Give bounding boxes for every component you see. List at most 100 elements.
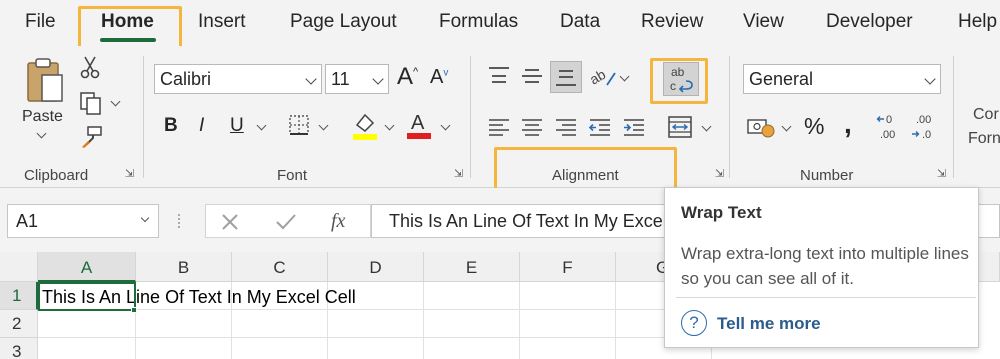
font-launcher-icon[interactable]: ⇲ xyxy=(452,168,465,181)
increase-indent-icon[interactable] xyxy=(621,116,647,140)
alignment-launcher-icon[interactable]: ⇲ xyxy=(713,168,726,181)
name-box[interactable]: A1 xyxy=(7,204,159,238)
cell[interactable] xyxy=(520,310,616,338)
comma-style-icon[interactable]: , xyxy=(844,108,852,140)
percent-style-icon[interactable]: % xyxy=(804,113,824,140)
conditional-formatting-label[interactable]: Cor xyxy=(973,106,999,124)
cell[interactable] xyxy=(232,310,328,338)
merge-center-icon[interactable] xyxy=(666,114,694,140)
select-all-corner[interactable] xyxy=(0,252,38,282)
align-left-icon[interactable] xyxy=(486,116,512,140)
decrease-indent-icon[interactable] xyxy=(587,116,613,140)
cell[interactable] xyxy=(232,338,328,359)
cut-icon[interactable] xyxy=(78,54,102,80)
accounting-dropdown-icon[interactable] xyxy=(781,121,792,132)
underline-icon[interactable]: U xyxy=(230,115,244,137)
format-painter-icon[interactable] xyxy=(78,124,104,150)
tab-file[interactable]: File xyxy=(25,11,56,33)
svg-text:.00: .00 xyxy=(916,114,931,126)
cell[interactable] xyxy=(424,338,520,359)
cell[interactable] xyxy=(136,338,232,359)
orientation-dropdown-icon[interactable] xyxy=(619,71,630,82)
cell[interactable] xyxy=(328,310,424,338)
merge-center-dropdown-icon[interactable] xyxy=(701,121,712,132)
fill-color-icon[interactable] xyxy=(352,111,378,141)
tell-me-more-link[interactable]: Tell me more xyxy=(717,314,821,334)
tab-home[interactable]: Home xyxy=(101,11,154,33)
bold-icon[interactable]: B xyxy=(164,115,178,137)
wrap-text-icon[interactable]: ab c xyxy=(663,62,699,96)
paste-icon[interactable] xyxy=(22,56,68,106)
wrap-text-tooltip: Wrap Text Wrap extra-long text into mult… xyxy=(664,187,979,348)
tab-insert[interactable]: Insert xyxy=(198,11,246,33)
tab-review[interactable]: Review xyxy=(641,11,703,33)
top-align-icon[interactable] xyxy=(486,64,512,88)
cell[interactable] xyxy=(520,338,616,359)
column-header[interactable]: B xyxy=(136,252,232,282)
font-name-select[interactable]: Calibri xyxy=(154,64,322,94)
format-as-table-label[interactable]: Forn xyxy=(968,130,1000,148)
column-header[interactable]: C xyxy=(232,252,328,282)
font-size-select[interactable]: 11 xyxy=(325,64,389,94)
borders-dropdown-icon[interactable] xyxy=(318,120,329,131)
number-format-value: General xyxy=(749,69,814,89)
enter-check-icon[interactable] xyxy=(274,210,298,234)
cell[interactable] xyxy=(520,282,616,310)
column-header[interactable]: A xyxy=(38,252,136,282)
align-right-icon[interactable] xyxy=(553,116,579,140)
active-tab-indicator xyxy=(100,38,156,42)
bottom-align-icon[interactable] xyxy=(550,61,582,93)
increase-font-size-icon[interactable]: A^ xyxy=(397,63,418,91)
active-cell-a1[interactable] xyxy=(38,282,136,311)
ribbon: Paste Clipboard ⇲ Calibri 11 A^ Av B I U xyxy=(0,46,1000,188)
paste-dropdown-icon[interactable] xyxy=(36,128,47,139)
row-header[interactable]: 2 xyxy=(0,310,38,338)
increase-decimal-icon[interactable]: 0 .00 xyxy=(876,112,906,142)
decrease-font-size-icon[interactable]: Av xyxy=(430,66,448,89)
accounting-format-icon[interactable] xyxy=(746,114,776,140)
fill-color-dropdown-icon[interactable] xyxy=(384,120,395,131)
svg-text:.0: .0 xyxy=(922,129,931,141)
paste-label[interactable]: Paste xyxy=(22,108,63,126)
row-header[interactable]: 1 xyxy=(0,282,38,310)
tab-view[interactable]: View xyxy=(743,11,784,33)
tab-developer[interactable]: Developer xyxy=(826,11,913,33)
cell[interactable] xyxy=(38,338,136,359)
middle-align-icon[interactable] xyxy=(519,64,545,88)
tab-page-layout[interactable]: Page Layout xyxy=(290,11,397,33)
cell[interactable] xyxy=(424,310,520,338)
resize-handle-icon[interactable] xyxy=(178,214,182,228)
tab-formulas[interactable]: Formulas xyxy=(439,11,518,33)
italic-icon[interactable]: I xyxy=(199,115,204,137)
cell[interactable] xyxy=(38,310,136,338)
help-icon[interactable]: ? xyxy=(681,310,707,336)
column-header[interactable]: E xyxy=(424,252,520,282)
decrease-decimal-icon[interactable]: .00 .0 xyxy=(910,112,940,142)
clipboard-launcher-icon[interactable]: ⇲ xyxy=(123,168,136,181)
copy-dropdown-icon[interactable] xyxy=(110,96,121,107)
cell[interactable] xyxy=(328,338,424,359)
align-center-icon[interactable] xyxy=(519,116,545,140)
tab-help[interactable]: Help xyxy=(958,11,997,33)
column-header[interactable]: F xyxy=(520,252,616,282)
alignment-group-label: Alignment xyxy=(552,167,619,184)
fill-handle[interactable] xyxy=(131,307,137,313)
name-box-value: A1 xyxy=(16,211,39,231)
tab-data[interactable]: Data xyxy=(560,11,600,33)
insert-function-icon[interactable]: fx xyxy=(331,210,345,233)
font-color-dropdown-icon[interactable] xyxy=(440,120,451,131)
name-box-dropdown-icon[interactable] xyxy=(140,213,150,223)
column-header[interactable]: D xyxy=(328,252,424,282)
orientation-icon[interactable]: ab xyxy=(588,62,618,90)
font-color-icon[interactable]: A xyxy=(406,109,432,141)
number-launcher-icon[interactable]: ⇲ xyxy=(935,168,948,181)
cell[interactable] xyxy=(424,282,520,310)
underline-dropdown-icon[interactable] xyxy=(256,120,267,131)
copy-icon[interactable] xyxy=(78,90,104,116)
cancel-icon[interactable] xyxy=(218,210,242,234)
cell[interactable] xyxy=(136,310,232,338)
number-format-select[interactable]: General xyxy=(743,64,941,94)
borders-icon[interactable] xyxy=(287,113,311,137)
group-divider xyxy=(470,56,471,178)
row-header[interactable]: 3 xyxy=(0,338,38,359)
